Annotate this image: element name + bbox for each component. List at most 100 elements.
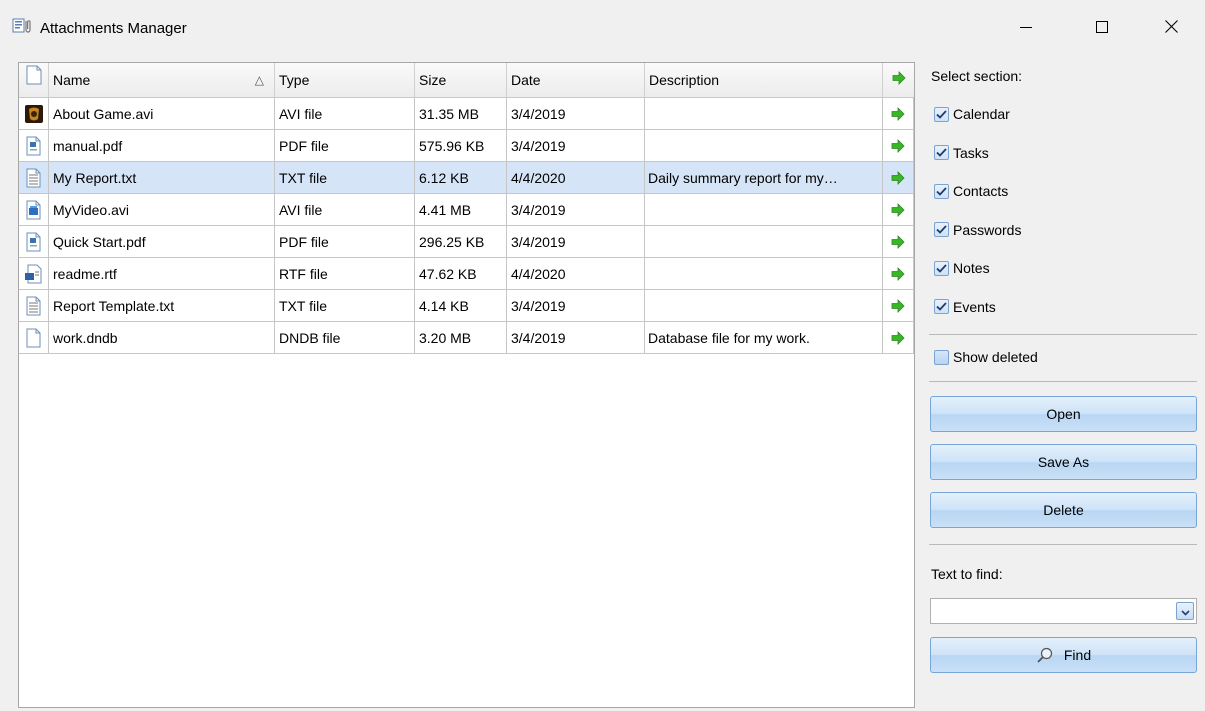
dropdown-button[interactable] xyxy=(1176,602,1194,620)
file-date-cell[interactable]: 4/4/2020 xyxy=(507,258,645,290)
table-row[interactable]: My Report.txt TXT file 6.12 KB 4/4/2020 Dail… xyxy=(19,162,914,194)
file-type-cell[interactable]: TXT file xyxy=(275,162,415,194)
file-type-cell[interactable]: PDF file xyxy=(275,226,415,258)
file-description-cell[interactable] xyxy=(645,226,883,258)
file-type-cell[interactable]: DNDB file xyxy=(275,322,415,354)
table-row[interactable]: work.dndb DNDB file 3.20 MB 3/4/2019 Databas… xyxy=(19,322,914,354)
file-size-cell[interactable]: 47.62 KB xyxy=(415,258,507,290)
table-row[interactable]: readme.rtf RTF file 47.62 KB 4/4/2020 xyxy=(19,258,914,290)
title-bar: Attachments Manager xyxy=(0,0,1205,52)
search-combo[interactable] xyxy=(930,598,1197,624)
header-file-icon-column[interactable] xyxy=(19,63,49,98)
file-name-cell[interactable]: work.dndb xyxy=(49,322,275,354)
file-description-cell[interactable] xyxy=(645,194,883,226)
export-arrow-button[interactable] xyxy=(883,130,914,162)
file-date-cell[interactable]: 4/4/2020 xyxy=(507,162,645,194)
section-checkbox-calendar[interactable]: Calendar xyxy=(934,104,1010,124)
blank-file-icon xyxy=(26,328,42,348)
file-description-cell[interactable] xyxy=(645,130,883,162)
blank-file-icon xyxy=(26,63,42,98)
checkmark-icon xyxy=(936,263,947,273)
file-type-cell[interactable]: PDF file xyxy=(275,130,415,162)
sort-ascending-icon: △ xyxy=(254,73,264,87)
save-as-button[interactable]: Save As xyxy=(930,444,1197,480)
table-row[interactable]: Quick Start.pdf PDF file 296.25 KB 3/4/2019 xyxy=(19,226,914,258)
column-header-date[interactable]: Date xyxy=(507,63,645,98)
open-button[interactable]: Open xyxy=(930,396,1197,432)
file-type-cell[interactable]: RTF file xyxy=(275,258,415,290)
table-row[interactable]: Report Template.txt TXT file 4.14 KB 3/4/20… xyxy=(19,290,914,322)
file-date-cell[interactable]: 3/4/2019 xyxy=(507,130,645,162)
file-date-cell[interactable]: 3/4/2019 xyxy=(507,194,645,226)
column-header-name[interactable]: Name △ xyxy=(49,63,275,98)
checkbox-box xyxy=(934,183,949,199)
find-button[interactable]: Find xyxy=(930,637,1197,673)
file-type-cell[interactable]: AVI file xyxy=(275,98,415,130)
file-description-cell[interactable] xyxy=(645,258,883,290)
checkbox-box xyxy=(934,260,949,276)
file-name-cell[interactable]: Quick Start.pdf xyxy=(49,226,275,258)
table-row[interactable]: About Game.avi AVI file 31.35 MB 3/4/2019 xyxy=(19,98,914,130)
column-header-type[interactable]: Type xyxy=(275,63,415,98)
divider xyxy=(929,334,1197,335)
file-description-cell[interactable] xyxy=(645,98,883,130)
export-arrow-button[interactable] xyxy=(883,226,914,258)
section-checkbox-events[interactable]: Events xyxy=(934,297,996,317)
file-name-cell[interactable]: readme.rtf xyxy=(49,258,275,290)
file-description-cell[interactable] xyxy=(645,290,883,322)
column-header-description[interactable]: Description xyxy=(645,63,883,98)
section-label: Passwords xyxy=(953,221,1022,238)
table-row[interactable]: MyVideo.avi AVI file 4.41 MB 3/4/2019 xyxy=(19,194,914,226)
file-size-cell[interactable]: 3.20 MB xyxy=(415,322,507,354)
game-video-icon xyxy=(24,104,43,123)
export-arrow-button[interactable] xyxy=(883,194,914,226)
export-arrow-button[interactable] xyxy=(883,98,914,130)
green-arrow-icon xyxy=(891,138,905,153)
divider xyxy=(929,381,1197,382)
delete-button[interactable]: Delete xyxy=(930,492,1197,528)
text-file-icon xyxy=(26,296,42,316)
close-icon xyxy=(1164,20,1178,36)
file-icon-cell xyxy=(19,226,49,258)
maximize-button[interactable] xyxy=(1079,10,1125,46)
file-icon-cell xyxy=(19,290,49,322)
file-description-cell[interactable]: Daily summary report for my… xyxy=(645,162,883,194)
file-type-cell[interactable]: AVI file xyxy=(275,194,415,226)
export-arrow-button[interactable] xyxy=(883,162,914,194)
export-arrow-button[interactable] xyxy=(883,258,914,290)
file-size-cell[interactable]: 31.35 MB xyxy=(415,98,507,130)
file-name-cell[interactable]: manual.pdf xyxy=(49,130,275,162)
file-date-cell[interactable]: 3/4/2019 xyxy=(507,290,645,322)
export-arrow-button[interactable] xyxy=(883,322,914,354)
export-arrow-button[interactable] xyxy=(883,290,914,322)
table-row[interactable]: manual.pdf PDF file 575.96 KB 3/4/2019 xyxy=(19,130,914,162)
section-checkbox-notes[interactable]: Notes xyxy=(934,258,990,278)
file-date-cell[interactable]: 3/4/2019 xyxy=(507,226,645,258)
window-title: Attachments Manager xyxy=(40,20,187,37)
file-type-cell[interactable]: TXT file xyxy=(275,290,415,322)
show-deleted-checkbox[interactable]: Show deleted xyxy=(934,347,1038,367)
file-name-cell[interactable]: MyVideo.avi xyxy=(49,194,275,226)
attachments-grid[interactable]: Name △ Type Size Date Description About … xyxy=(18,62,915,708)
section-checkbox-passwords[interactable]: Passwords xyxy=(934,220,1021,240)
minimize-icon xyxy=(1020,20,1032,36)
file-size-cell[interactable]: 4.14 KB xyxy=(415,290,507,322)
file-name-cell[interactable]: Report Template.txt xyxy=(49,290,275,322)
file-date-cell[interactable]: 3/4/2019 xyxy=(507,98,645,130)
file-size-cell[interactable]: 6.12 KB xyxy=(415,162,507,194)
grid-header: Name △ Type Size Date Description xyxy=(19,63,914,98)
rtf-file-icon xyxy=(24,264,43,284)
header-arrow-column[interactable] xyxy=(883,63,914,98)
section-checkbox-tasks[interactable]: Tasks xyxy=(934,143,989,163)
section-checkbox-contacts[interactable]: Contacts xyxy=(934,181,1008,201)
column-header-size[interactable]: Size xyxy=(415,63,507,98)
file-name-cell[interactable]: About Game.avi xyxy=(49,98,275,130)
minimize-button[interactable] xyxy=(1003,10,1049,46)
file-size-cell[interactable]: 575.96 KB xyxy=(415,130,507,162)
file-size-cell[interactable]: 296.25 KB xyxy=(415,226,507,258)
file-date-cell[interactable]: 3/4/2019 xyxy=(507,322,645,354)
file-size-cell[interactable]: 4.41 MB xyxy=(415,194,507,226)
file-name-cell[interactable]: My Report.txt xyxy=(49,162,275,194)
close-button[interactable] xyxy=(1148,10,1194,46)
file-description-cell[interactable]: Database file for my work. xyxy=(645,322,883,354)
